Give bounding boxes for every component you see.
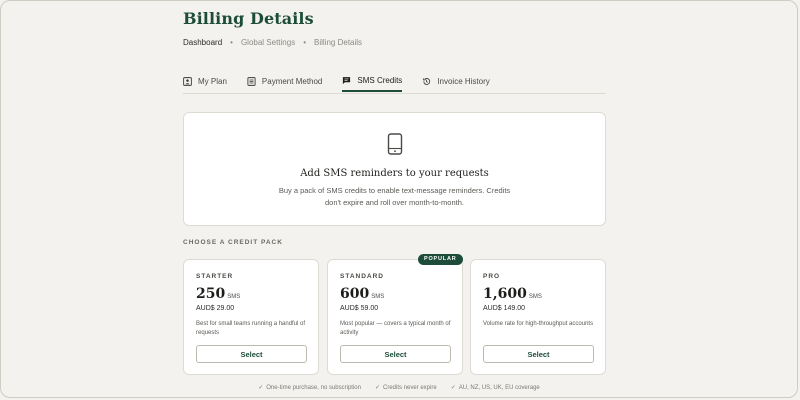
pack-name: STARTER bbox=[196, 273, 234, 280]
tab-my-plan[interactable]: My Plan bbox=[183, 71, 227, 92]
hero-description: Buy a pack of SMS credits to enable text… bbox=[278, 186, 511, 207]
pack-card-starter: STARTER 250 SMS AUD$ 29.00 Best for small… bbox=[183, 259, 319, 375]
receipt-icon bbox=[247, 77, 256, 86]
pack-quantity-value: 250 bbox=[196, 286, 226, 302]
pack-quantity: 250 SMS bbox=[196, 286, 240, 302]
pack-description: Best for small teams running a handful o… bbox=[196, 321, 306, 336]
footnote-text: AU, NZ, US, UK, EU coverage bbox=[458, 385, 540, 391]
tab-payment-method[interactable]: Payment Method bbox=[247, 71, 322, 92]
breadcrumb: Dashboard • Global Settings • Billing De… bbox=[183, 38, 362, 47]
pack-unit: SMS bbox=[371, 294, 385, 300]
phone-icon bbox=[387, 133, 403, 155]
tab-sms-credits[interactable]: SMS Credits bbox=[342, 71, 403, 92]
footnote-item: ✓ One-time purchase, no subscription bbox=[258, 384, 361, 391]
footnote-item: ✓ AU, NZ, US, UK, EU coverage bbox=[451, 384, 540, 391]
sms-intro-card: Add SMS reminders to your requests Buy a… bbox=[183, 112, 606, 226]
app-frame: Billing Details Dashboard • Global Setti… bbox=[0, 0, 798, 398]
pack-description: Volume rate for high-throughput accounts bbox=[483, 321, 594, 327]
tab-label: SMS Credits bbox=[357, 76, 403, 85]
select-standard-button[interactable]: Select bbox=[340, 345, 451, 363]
pack-description: Most popular — covers a typical month of… bbox=[340, 321, 451, 336]
pack-price: AUD$ 149.00 bbox=[483, 305, 526, 312]
tab-label: Invoice History bbox=[437, 77, 490, 86]
message-icon bbox=[343, 77, 351, 85]
pack-name: PRO bbox=[483, 273, 501, 280]
footnote-item: ✓ Credits never expire bbox=[375, 384, 437, 391]
pack-unit: SMS bbox=[227, 294, 241, 300]
footnote-text: One-time purchase, no subscription bbox=[266, 385, 361, 391]
footnotes: ✓ One-time purchase, no subscription ✓ Cre… bbox=[1, 384, 797, 391]
tab-invoice-history[interactable]: Invoice History bbox=[422, 71, 490, 92]
check-icon: ✓ bbox=[374, 385, 380, 391]
credit-pack-list: STARTER 250 SMS AUD$ 29.00 Best for small… bbox=[183, 254, 606, 375]
hero-title: Add SMS reminders to your requests bbox=[300, 168, 489, 179]
pack-unit: SMS bbox=[528, 294, 542, 300]
pack-name: STANDARD bbox=[340, 273, 384, 280]
pack-price: AUD$ 59.00 bbox=[340, 305, 379, 312]
page-title: Billing Details bbox=[183, 9, 314, 28]
breadcrumb-separator: • bbox=[230, 38, 233, 47]
history-icon bbox=[423, 78, 431, 85]
pack-quantity-value: 600 bbox=[340, 286, 370, 302]
pack-card-standard: POPULAR STANDARD 600 SMS AUD$ 59.00 Most … bbox=[327, 254, 463, 375]
breadcrumb-global-settings[interactable]: Global Settings bbox=[241, 38, 295, 47]
pack-card-pro: PRO 1,600 SMS AUD$ 149.00 Volume rate for… bbox=[470, 259, 606, 375]
select-pro-button[interactable]: Select bbox=[483, 345, 594, 363]
tab-label: My Plan bbox=[198, 77, 227, 86]
select-starter-button[interactable]: Select bbox=[196, 345, 307, 363]
pack-quantity-value: 1,600 bbox=[483, 286, 527, 302]
pack-price: AUD$ 29.00 bbox=[196, 305, 235, 312]
tab-bar: My Plan Payment Method SMS Credits Invoi… bbox=[183, 71, 606, 94]
footnote-text: Credits never expire bbox=[383, 385, 437, 391]
pack-quantity: 1,600 SMS bbox=[483, 286, 542, 302]
check-icon: ✓ bbox=[450, 385, 456, 391]
tab-label: Payment Method bbox=[261, 77, 323, 86]
pack-quantity: 600 SMS bbox=[340, 286, 384, 302]
user-card-icon bbox=[183, 77, 192, 86]
section-label: CHOOSE A CREDIT PACK bbox=[183, 239, 283, 246]
popular-badge: POPULAR bbox=[418, 254, 463, 265]
breadcrumb-billing-details: Billing Details bbox=[314, 38, 363, 47]
breadcrumb-dashboard[interactable]: Dashboard bbox=[183, 38, 222, 47]
check-icon: ✓ bbox=[258, 385, 264, 391]
breadcrumb-separator: • bbox=[303, 38, 307, 47]
